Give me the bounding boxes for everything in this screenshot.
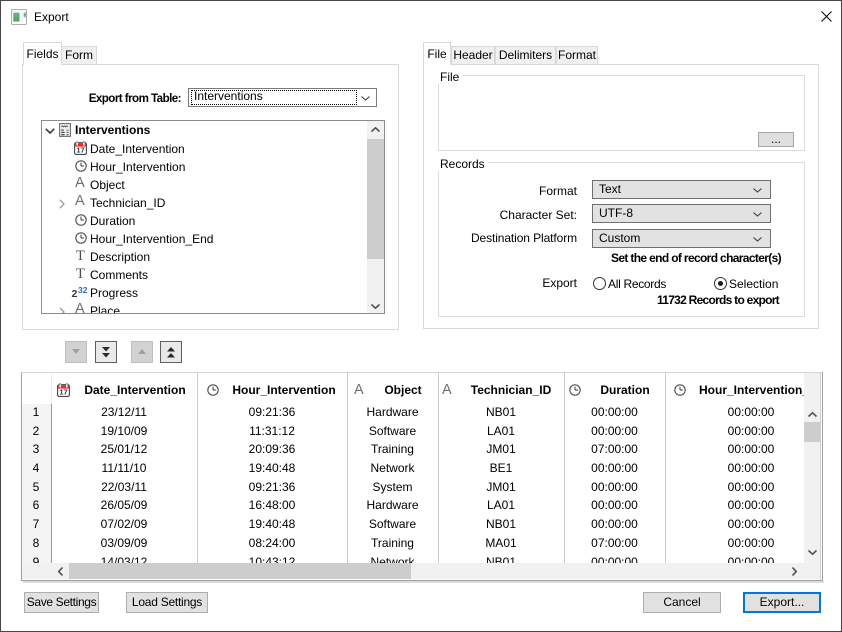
svg-text:17: 17 — [76, 146, 84, 155]
